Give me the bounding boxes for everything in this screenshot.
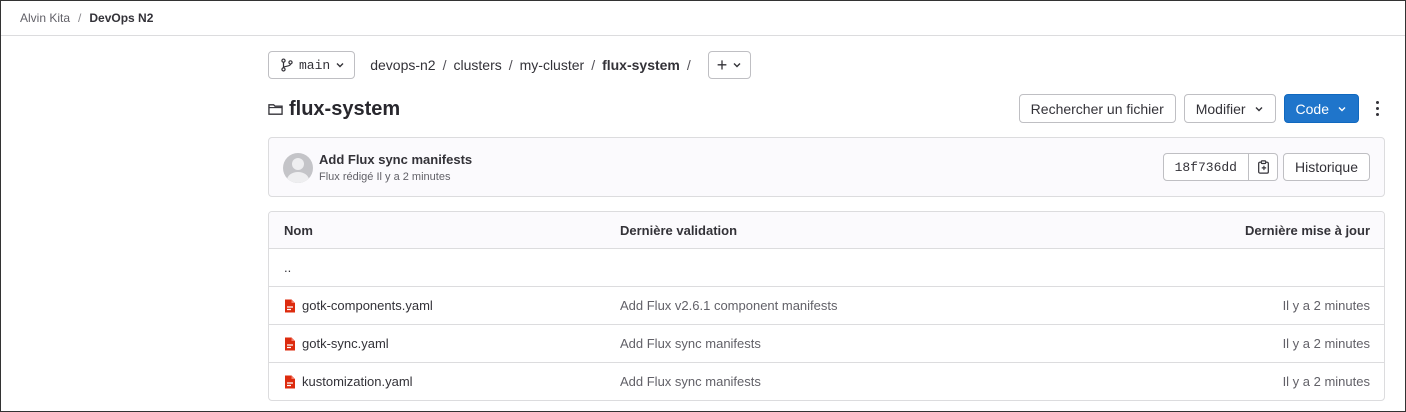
parent-directory-link[interactable]: .. — [284, 260, 291, 275]
last-commit-panel: Add Flux sync manifests Flux rédigé Il y… — [268, 137, 1385, 197]
file-updated-time: Il y a 2 minutes — [1282, 298, 1370, 313]
file-commit-message[interactable]: Add Flux sync manifests — [620, 336, 1070, 351]
add-dropdown-button[interactable]: + — [707, 51, 752, 79]
column-header-last-update: Dernière mise à jour — [1245, 222, 1370, 238]
file-name-link[interactable]: kustomization.yaml — [302, 374, 413, 389]
top-breadcrumb: Alvin Kita / DevOps N2 — [0, 0, 1406, 36]
chevron-down-icon — [1338, 106, 1346, 111]
branch-selector[interactable]: main — [268, 51, 356, 79]
code-dropdown-button[interactable]: Code — [1283, 94, 1359, 123]
yaml-file-icon — [285, 299, 295, 312]
file-updated-time: Il y a 2 minutes — [1282, 374, 1370, 389]
commit-title[interactable]: Add Flux sync manifests — [319, 152, 472, 167]
path-segment-clusters[interactable]: clusters — [454, 57, 502, 73]
branch-name: main — [299, 57, 331, 73]
path-segment-devops-n2[interactable]: devops-n2 — [370, 57, 435, 73]
edit-label: Modifier — [1195, 100, 1246, 117]
chevron-down-icon — [733, 63, 741, 68]
chevron-down-icon — [336, 63, 344, 68]
page-title: flux-system — [289, 97, 401, 120]
path-separator: / — [686, 57, 691, 73]
commit-sha[interactable]: 18f736dd — [1162, 153, 1249, 181]
folder-icon — [268, 104, 283, 115]
breadcrumb-user[interactable]: Alvin Kita — [20, 11, 70, 25]
column-header-name: Nom — [284, 222, 313, 238]
path-separator: / — [442, 57, 447, 73]
page-header: flux-system Rechercher un fichier Modifi… — [268, 94, 1385, 124]
file-commit-message[interactable]: Add Flux sync manifests — [620, 374, 1070, 389]
path-segment-flux-system[interactable]: flux-system — [602, 57, 680, 73]
edit-dropdown-button[interactable]: Modifier — [1183, 94, 1276, 123]
branch-icon — [281, 58, 293, 72]
table-header-row: Nom Dernière validation Dernière mise à … — [269, 212, 1384, 248]
file-name-link[interactable]: gotk-sync.yaml — [302, 336, 389, 351]
path-separator: / — [508, 57, 513, 73]
chevron-down-icon — [1255, 106, 1263, 111]
file-commit-message[interactable]: Add Flux v2.6.1 component manifests — [620, 298, 1070, 313]
file-path-breadcrumb: devops-n2 / clusters / my-cluster / flux… — [370, 57, 698, 73]
path-segment-my-cluster[interactable]: my-cluster — [520, 57, 585, 73]
history-button[interactable]: Historique — [1282, 153, 1370, 181]
clipboard-icon — [1257, 160, 1269, 174]
yaml-file-icon — [285, 337, 295, 350]
parent-directory-row[interactable]: .. — [269, 248, 1384, 286]
commit-meta: Flux rédigé Il y a 2 minutes — [319, 171, 451, 183]
commit-sha-group: 18f736dd — [1162, 153, 1278, 181]
code-label: Code — [1295, 100, 1329, 117]
table-row: gotk-sync.yaml Add Flux sync manifests I… — [269, 324, 1384, 362]
breadcrumb-project[interactable]: DevOps N2 — [89, 11, 153, 25]
file-table: Nom Dernière validation Dernière mise à … — [268, 211, 1385, 401]
table-row: kustomization.yaml Add Flux sync manifes… — [269, 362, 1384, 400]
yaml-file-icon — [285, 375, 295, 388]
column-header-last-commit: Dernière validation — [620, 222, 738, 238]
plus-icon: + — [716, 55, 728, 75]
header-actions: Rechercher un fichier Modifier Code — [1018, 94, 1385, 123]
more-actions-icon[interactable] — [1369, 94, 1385, 123]
table-row: gotk-components.yaml Add Flux v2.6.1 com… — [269, 286, 1384, 324]
avatar — [283, 153, 313, 183]
copy-sha-button[interactable] — [1249, 153, 1278, 181]
repo-nav-row: main devops-n2 / clusters / my-cluster /… — [268, 51, 752, 79]
breadcrumb-separator: / — [78, 10, 82, 25]
file-updated-time: Il y a 2 minutes — [1282, 336, 1370, 351]
path-separator: / — [591, 57, 596, 73]
find-file-button[interactable]: Rechercher un fichier — [1018, 94, 1176, 123]
file-name-link[interactable]: gotk-components.yaml — [302, 298, 433, 313]
